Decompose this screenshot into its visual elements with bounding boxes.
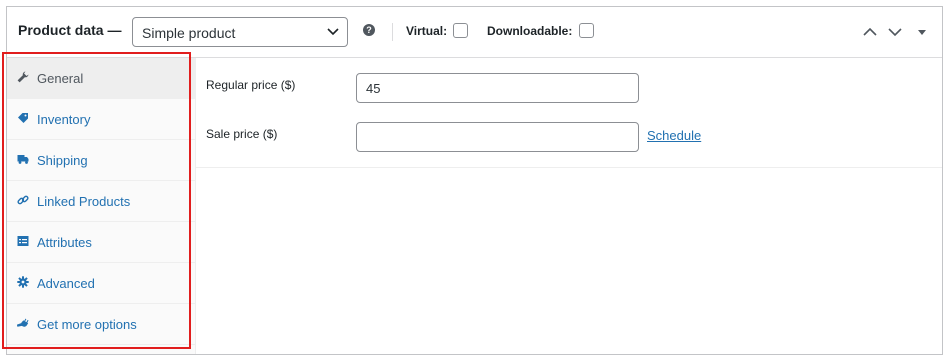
regular-price-label: Regular price ($): [206, 78, 296, 92]
sale-price-label: Sale price ($): [206, 127, 278, 141]
product-type-value: Simple product: [142, 25, 236, 41]
downloadable-label: Downloadable:: [487, 24, 573, 38]
caret-down-icon[interactable]: [914, 25, 930, 39]
virtual-checkbox[interactable]: [453, 23, 468, 38]
general-panel: Regular price ($) 45 Sale price ($) Sche…: [196, 58, 942, 168]
schedule-link[interactable]: Schedule: [647, 128, 701, 143]
panel-title: Product data —: [18, 22, 122, 38]
chevron-down-icon: [327, 28, 339, 36]
chevron-up-icon[interactable]: [862, 25, 878, 39]
regular-price-value: 45: [366, 81, 381, 96]
regular-price-input[interactable]: 45: [356, 73, 639, 103]
downloadable-checkbox[interactable]: [579, 23, 594, 38]
sale-price-input[interactable]: [356, 122, 639, 152]
product-type-select[interactable]: Simple product: [132, 17, 348, 47]
panel-header: Product data — Simple product ? Virtual:…: [7, 7, 942, 58]
chevron-down-icon[interactable]: [887, 25, 903, 39]
virtual-label: Virtual:: [406, 24, 448, 38]
tabs-highlight-box: [2, 52, 191, 349]
divider: [392, 23, 393, 41]
help-icon[interactable]: ?: [363, 24, 375, 36]
